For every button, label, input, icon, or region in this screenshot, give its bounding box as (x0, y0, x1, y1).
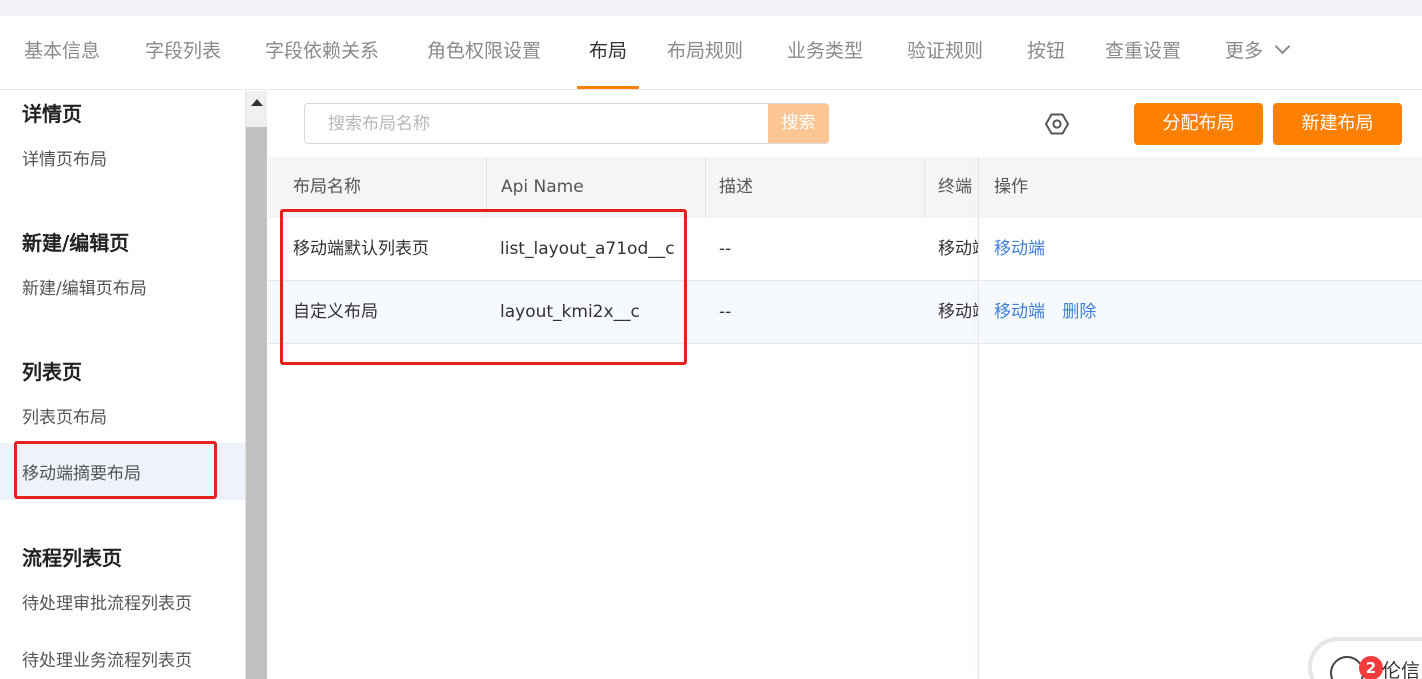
fixed-column-divider (978, 157, 979, 679)
mobile-action-link[interactable]: 移动端 (994, 302, 1045, 322)
tab-role-permission[interactable]: 角色权限设置 (427, 16, 541, 90)
actions-cell: 移动端 删除 (994, 281, 1394, 344)
assign-layout-button[interactable]: 分配布局 (1134, 103, 1263, 145)
new-layout-button[interactable]: 新建布局 (1273, 103, 1402, 145)
terminal-cell: 移动端 (938, 239, 978, 259)
tab-basic-info[interactable]: 基本信息 (24, 16, 100, 90)
sidebar-item-detail-layout[interactable]: 详情页布局 (22, 145, 107, 170)
search-box: 搜索 (304, 103, 829, 144)
chevron-down-icon (1274, 38, 1291, 55)
tab-duplicate-settings[interactable]: 查重设置 (1105, 16, 1181, 90)
column-header-description: 描述 (719, 177, 753, 197)
scroll-thumb[interactable] (246, 127, 267, 679)
tab-field-list[interactable]: 字段列表 (145, 16, 221, 90)
tab-layout[interactable]: 布局 (576, 16, 640, 90)
top-strip (0, 0, 1422, 16)
notification-badge: 2 (1359, 656, 1383, 679)
mobile-action-link[interactable]: 移动端 (994, 239, 1045, 259)
column-header-terminal: 终端 (938, 177, 972, 197)
sidebar-section-list: 列表页 (22, 360, 82, 384)
sidebar-section-flow-list: 流程列表页 (22, 546, 122, 570)
tab-buttons[interactable]: 按钮 (1027, 16, 1065, 90)
sidebar-section-detail: 详情页 (22, 102, 82, 126)
tab-bar: 基本信息 字段列表 字段依赖关系 角色权限设置 布局 布局规则 业务类型 验证规… (0, 16, 1422, 90)
highlight-box-table (280, 209, 687, 365)
description-cell: -- (719, 302, 732, 322)
sidebar-item-list-layout[interactable]: 列表页布局 (22, 403, 107, 428)
tab-layout-rules[interactable]: 布局规则 (667, 16, 743, 90)
tab-more-label: 更多 (1225, 40, 1264, 62)
sidebar-scrollbar[interactable] (245, 91, 267, 679)
layout-type-sidebar: 详情页 详情页布局 新建/编辑页 新建/编辑页布局 列表页 列表页布局 移动端摘… (0, 91, 245, 679)
sidebar-item-edit-layout[interactable]: 新建/编辑页布局 (22, 274, 147, 299)
column-divider (924, 157, 925, 218)
delete-action-link[interactable]: 删除 (1062, 302, 1096, 322)
column-divider (705, 157, 706, 218)
tab-business-type[interactable]: 业务类型 (787, 16, 863, 90)
widget-label: 伦信 (1382, 660, 1421, 679)
column-header-actions: 操作 (994, 177, 1028, 197)
sidebar-item-pending-business[interactable]: 待处理业务流程列表页 (22, 646, 192, 671)
search-input[interactable] (305, 104, 767, 143)
terminal-cell: 移动端 (938, 302, 978, 322)
scroll-up-arrow-icon[interactable] (251, 99, 263, 106)
actions-cell: 移动端 (994, 218, 1394, 281)
sidebar-section-edit: 新建/编辑页 (22, 231, 130, 255)
tab-validation-rules[interactable]: 验证规则 (907, 16, 983, 90)
sidebar-item-pending-approval[interactable]: 待处理审批流程列表页 (22, 589, 192, 614)
search-button[interactable]: 搜索 (768, 104, 829, 143)
tab-field-dependency[interactable]: 字段依赖关系 (265, 16, 379, 90)
description-cell: -- (719, 239, 732, 259)
settings-icon[interactable] (1044, 111, 1070, 137)
highlight-box-sidebar (14, 441, 217, 499)
tab-more[interactable]: 更多 (1225, 16, 1291, 90)
